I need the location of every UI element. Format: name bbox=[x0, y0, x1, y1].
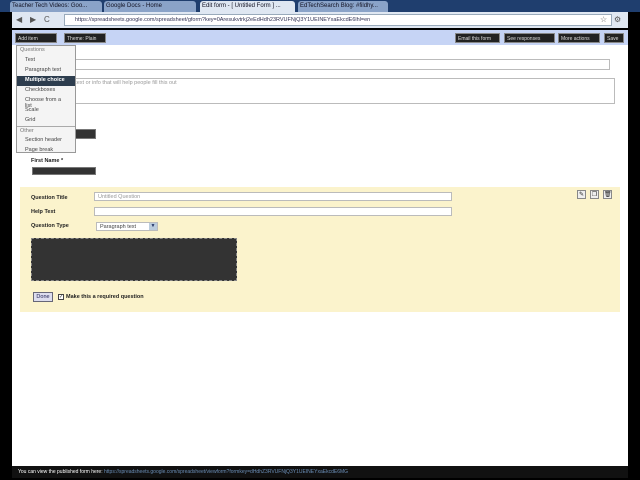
see-responses-button[interactable]: See responses bbox=[504, 33, 555, 43]
menu-header-other: Other bbox=[17, 126, 75, 136]
tab-label: Edit form - [ Untitled Form ] ... bbox=[202, 3, 281, 9]
theme-button[interactable]: Theme: Plain bbox=[64, 33, 106, 43]
menu-item-multiple-choice[interactable]: Multiple choice bbox=[17, 76, 75, 86]
menu-item-scale[interactable]: Scale bbox=[17, 106, 75, 116]
address-bar-row: ◀ ▶ C https://spreadsheets.google.com/sp… bbox=[12, 12, 628, 28]
email-form-button[interactable]: Email this form bbox=[455, 33, 500, 43]
tab-label: Teacher Tech Videos: Goo... bbox=[12, 3, 88, 9]
question-type-value: Paragraph text bbox=[100, 224, 137, 230]
published-text: You can view the published form here: bbox=[18, 469, 103, 475]
tab-edtech-blog[interactable]: EdTechSearch Blog: #fildhy... bbox=[298, 1, 388, 12]
question-editor: ✎ ❐ 🗑 Question Title Untitled Question H… bbox=[20, 187, 620, 312]
reload-icon[interactable]: C bbox=[44, 15, 50, 24]
menu-item-page-break[interactable]: Page break bbox=[17, 146, 75, 156]
tab-label: EdTechSearch Blog: #fildhy... bbox=[300, 3, 378, 9]
question-type-label: Question Type bbox=[31, 223, 69, 229]
tab-strip: Teacher Tech Videos: Goo... Google Docs … bbox=[0, 0, 640, 12]
tab-teacher-tech[interactable]: Teacher Tech Videos: Goo... bbox=[10, 1, 102, 12]
form-description-input[interactable]: ...e text or info that will help people … bbox=[62, 78, 615, 104]
tab-label: Google Docs - Home bbox=[106, 3, 163, 9]
published-form-bar: You can view the published form here: ht… bbox=[12, 466, 628, 478]
star-icon[interactable]: ☆ bbox=[600, 15, 607, 24]
menu-item-paragraph-text[interactable]: Paragraph text bbox=[17, 66, 75, 76]
forward-icon[interactable]: ▶ bbox=[30, 15, 36, 24]
back-icon[interactable]: ◀ bbox=[16, 15, 22, 24]
published-link[interactable]: https://spreadsheets.google.com/spreadsh… bbox=[104, 469, 348, 475]
add-item-button[interactable]: Add item bbox=[15, 33, 57, 43]
answer-preview-textarea bbox=[31, 238, 237, 281]
tab-edit-form[interactable]: Edit form - [ Untitled Form ] ... bbox=[200, 1, 295, 12]
tab-google-docs[interactable]: Google Docs - Home bbox=[104, 1, 196, 12]
menu-item-section-header[interactable]: Section header bbox=[17, 136, 75, 146]
menu-item-text[interactable]: Text bbox=[17, 56, 75, 66]
add-item-menu: Questions Text Paragraph text Multiple c… bbox=[16, 45, 76, 153]
more-actions-button[interactable]: More actions bbox=[558, 33, 600, 43]
menu-item-checkboxes[interactable]: Checkboxes bbox=[17, 86, 75, 96]
duplicate-icon[interactable]: ❐ bbox=[590, 190, 599, 199]
menu-item-grid[interactable]: Grid bbox=[17, 116, 75, 126]
help-text-input[interactable] bbox=[94, 207, 452, 216]
question-title-input[interactable]: Untitled Question bbox=[94, 192, 452, 201]
chevron-down-icon: ▼ bbox=[149, 223, 157, 230]
edit-icon[interactable]: ✎ bbox=[577, 190, 586, 199]
form-toolbar: Add item Theme: Plain Email this form Se… bbox=[12, 30, 628, 45]
done-button[interactable]: Done bbox=[33, 292, 53, 302]
menu-header-questions: Questions bbox=[20, 47, 45, 53]
form-title-input[interactable] bbox=[62, 59, 610, 70]
question-title-label: Question Title bbox=[31, 195, 68, 201]
first-name-input[interactable] bbox=[32, 167, 96, 175]
delete-icon[interactable]: 🗑 bbox=[603, 190, 612, 199]
question-type-select[interactable]: Paragraph text ▼ bbox=[96, 222, 158, 231]
menu-item-choose-from-list[interactable]: Choose from a list bbox=[17, 96, 75, 109]
help-text-label: Help Text bbox=[31, 209, 56, 215]
save-button[interactable]: Save bbox=[604, 33, 624, 43]
required-label: Make this a required question bbox=[66, 294, 144, 300]
wrench-icon[interactable]: ⚙ bbox=[614, 15, 621, 24]
first-name-label: First Name * bbox=[31, 158, 64, 164]
url-input[interactable]: https://spreadsheets.google.com/spreadsh… bbox=[64, 14, 612, 26]
required-checkbox[interactable]: ✓ bbox=[58, 294, 64, 300]
